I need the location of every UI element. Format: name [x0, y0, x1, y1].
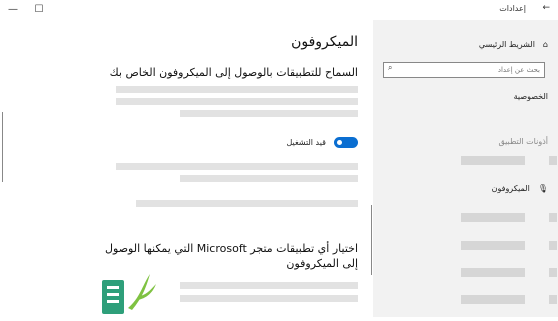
- description-line: [180, 175, 358, 182]
- back-arrow-icon: ←: [542, 3, 550, 13]
- scroll-indicator-left[interactable]: [2, 112, 3, 182]
- sidebar-item-icon-placeholder: [549, 268, 557, 277]
- sidebar-group-label: أذونات التطبيق: [498, 137, 548, 146]
- description-line: [116, 86, 358, 93]
- window-title: إعدادات: [499, 4, 526, 13]
- description-line: [180, 282, 358, 289]
- page-title: الميكروفون: [291, 34, 358, 50]
- sidebar-item-icon-placeholder: [549, 295, 557, 304]
- back-button[interactable]: ←: [542, 3, 550, 13]
- sidebar-item-icon-placeholder: [549, 156, 557, 165]
- sidebar-item-home-label: الشريط الرئيسي: [478, 40, 535, 49]
- main-scrollbar[interactable]: [371, 205, 372, 275]
- maximize-icon: ☐: [34, 4, 44, 15]
- search-input[interactable]: [396, 63, 544, 77]
- search-box[interactable]: ⌕: [383, 62, 545, 78]
- sidebar-item-icon-placeholder: [549, 213, 557, 222]
- search-icon: ⌕: [388, 63, 393, 72]
- microphone-access-toggle[interactable]: [334, 136, 358, 148]
- section-heading-choose-apps: اختيار أي تطبيقات متجر Microsoft التي يم…: [105, 242, 358, 270]
- toggle-knob: [337, 139, 342, 145]
- microphone-access-toggle-row: قيد التشغيل: [286, 134, 358, 150]
- section-heading-allow-apps: السماح للتطبيقات بالوصول إلى الميكروفون …: [109, 66, 358, 79]
- sidebar-item-placeholder[interactable]: [461, 295, 525, 304]
- description-line: [136, 200, 358, 207]
- sidebar-item-icon-placeholder: [549, 241, 557, 250]
- description-line: [116, 98, 358, 105]
- book-shape: [102, 280, 124, 314]
- sidebar-item-microphone-label: الميكروفون: [491, 184, 530, 193]
- sidebar-group-app-permissions: أذونات التطبيق: [498, 137, 548, 146]
- toggle-state-label: قيد التشغيل: [286, 137, 326, 147]
- sidebar-category-privacy: الخصوصية: [514, 92, 548, 101]
- sidebar-item-placeholder[interactable]: [461, 156, 525, 165]
- title-bar: — ☐ إعدادات ←: [0, 0, 558, 20]
- maximize-button[interactable]: ☐: [28, 2, 50, 18]
- description-line: [180, 295, 358, 302]
- settings-window: — ☐ إعدادات ← الميكروفون السماح للتطبيقا…: [0, 0, 558, 317]
- sidebar-item-placeholder[interactable]: [461, 241, 525, 250]
- description-line: [180, 110, 358, 117]
- sidebar-item-placeholder[interactable]: [461, 213, 525, 222]
- sidebar-item-placeholder[interactable]: [461, 268, 525, 277]
- microphone-icon: 🎙: [537, 184, 548, 193]
- sidebar-item-microphone[interactable]: 🎙 الميكروفون: [492, 184, 548, 193]
- sidebar-category-label: الخصوصية: [513, 92, 548, 101]
- description-line: [116, 163, 358, 170]
- watermark-logo: [0, 268, 160, 317]
- minimize-button[interactable]: —: [2, 2, 24, 18]
- minimize-icon: —: [8, 4, 18, 15]
- logo-graphic: [102, 274, 156, 314]
- leaf-shape: [128, 274, 150, 310]
- home-icon: ⌂: [542, 40, 548, 49]
- sidebar: ⌂ الشريط الرئيسي ⌕ الخصوصية أذونات التطب…: [373, 20, 558, 317]
- sidebar-item-home[interactable]: ⌂ الشريط الرئيسي: [479, 40, 548, 49]
- section-heading-line1: اختيار أي تطبيقات متجر Microsoft التي يم…: [105, 242, 358, 255]
